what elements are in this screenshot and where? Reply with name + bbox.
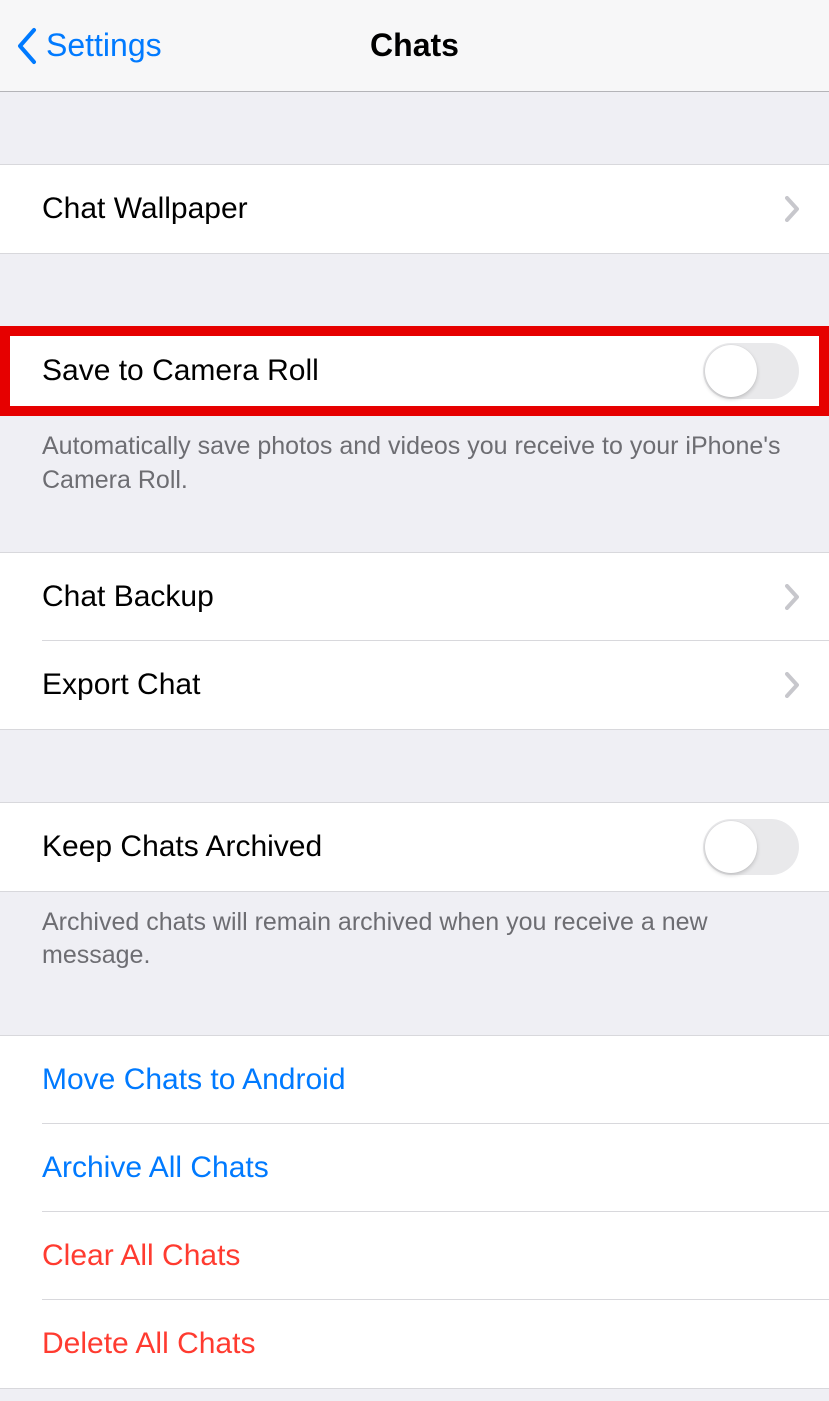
section-keep-archived: Keep Chats Archived xyxy=(0,802,829,892)
chat-wallpaper-row[interactable]: Chat Wallpaper xyxy=(0,165,829,253)
toggle-knob xyxy=(705,821,757,873)
navigation-bar: Settings Chats xyxy=(0,0,829,92)
archive-all-chats-label: Archive All Chats xyxy=(42,1151,799,1185)
move-chats-to-android-row[interactable]: Move Chats to Android xyxy=(0,1036,829,1124)
chevron-right-icon xyxy=(785,584,799,610)
section-backup-export: Chat Backup Export Chat xyxy=(0,552,829,730)
keep-chats-archived-label: Keep Chats Archived xyxy=(42,830,703,864)
clear-all-chats-row[interactable]: Clear All Chats xyxy=(0,1212,829,1300)
keep-archived-footer: Archived chats will remain archived when… xyxy=(0,892,829,988)
save-to-camera-roll-row[interactable]: Save to Camera Roll xyxy=(0,327,829,415)
save-to-camera-roll-label: Save to Camera Roll xyxy=(42,354,703,388)
toggle-knob xyxy=(705,345,757,397)
highlighted-section: Save to Camera Roll xyxy=(0,326,829,416)
chevron-right-icon xyxy=(785,196,799,222)
archive-all-chats-row[interactable]: Archive All Chats xyxy=(0,1124,829,1212)
save-to-camera-roll-toggle[interactable] xyxy=(703,343,799,399)
delete-all-chats-row[interactable]: Delete All Chats xyxy=(0,1300,829,1388)
delete-all-chats-label: Delete All Chats xyxy=(42,1327,799,1361)
move-chats-to-android-label: Move Chats to Android xyxy=(42,1063,799,1097)
chevron-left-icon xyxy=(16,27,38,65)
chat-backup-label: Chat Backup xyxy=(42,580,785,614)
save-to-camera-footer: Automatically save photos and videos you… xyxy=(0,416,829,512)
chevron-right-icon xyxy=(785,672,799,698)
section-wallpaper: Chat Wallpaper xyxy=(0,164,829,254)
keep-chats-archived-toggle[interactable] xyxy=(703,819,799,875)
export-chat-row[interactable]: Export Chat xyxy=(0,641,829,729)
export-chat-label: Export Chat xyxy=(42,668,785,702)
back-button[interactable]: Settings xyxy=(16,27,162,65)
clear-all-chats-label: Clear All Chats xyxy=(42,1239,799,1273)
keep-chats-archived-row[interactable]: Keep Chats Archived xyxy=(0,803,829,891)
chat-wallpaper-label: Chat Wallpaper xyxy=(42,192,785,226)
section-save-camera: Save to Camera Roll xyxy=(0,326,829,416)
chat-backup-row[interactable]: Chat Backup xyxy=(0,553,829,641)
section-actions: Move Chats to Android Archive All Chats … xyxy=(0,1035,829,1389)
back-button-label: Settings xyxy=(46,27,162,64)
